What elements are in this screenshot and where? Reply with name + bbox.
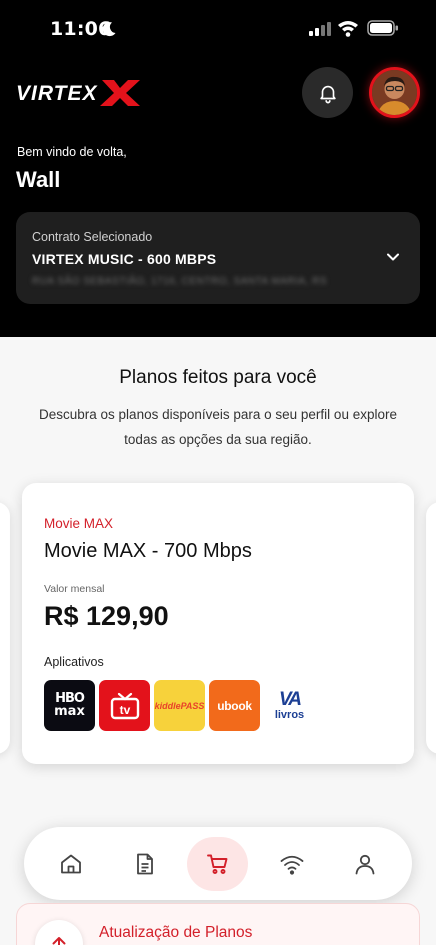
user-icon [355,854,375,875]
chevron-down-icon [387,253,399,261]
nav-documents[interactable] [118,837,172,891]
document-icon [137,853,153,875]
nav-cart[interactable] [187,837,248,891]
plan-title: Movie MAX - 700 Mbps [44,540,252,562]
previous-plan-card[interactable] [0,502,10,754]
nav-home[interactable] [44,837,98,891]
header-panel: 11:06 VIRTEX Bem vindo de volta, Wall Co… [0,0,436,337]
cellular-signal-icon [309,22,331,36]
contract-plan: VIRTEX MUSIC - 600 MBPS [32,251,217,267]
moon-icon [102,22,116,37]
bell-icon [319,85,336,103]
plan-card[interactable]: Movie MAX Movie MAX - 700 Mbps Valor men… [22,483,414,764]
next-plan-card[interactable] [426,502,436,754]
wifi-status-icon [338,21,358,37]
upload-icon [35,920,83,945]
bottom-navigation [24,827,412,900]
user-photo [372,70,417,115]
contract-selector[interactable]: Contrato Selecionado VIRTEX MUSIC - 600 … [16,212,420,304]
user-name: Wall [16,167,61,192]
nav-wifi[interactable] [265,837,319,891]
plan-price: R$ 129,90 [44,601,169,631]
welcome-text: Bem vindo de volta, [17,145,127,159]
battery-icon [367,20,398,36]
cart-icon [206,854,227,874]
va-livros-app-icon: VA livros [264,680,315,731]
plans-section-title: Planos feitos para você [119,367,317,388]
svg-text:tv: tv [119,703,130,717]
value-label: Valor mensal [44,583,105,595]
plan-tag: Movie MAX [44,516,114,531]
status-bar: 11:06 [0,0,436,60]
home-icon [61,854,81,874]
plan-update-card[interactable]: Atualização de Planos [16,903,420,945]
wifi-icon [280,855,304,875]
hbo-max-app-icon: HBO max [44,680,95,731]
virtex-logo: VIRTEX [16,80,140,106]
apps-list: HBO max tv kiddlePASS ubook VA livros [44,680,315,731]
contract-address: RUA SÃO SEBASTIÃO, 1716, CENTRO, SANTA M… [32,276,328,287]
logo-text: VIRTEX [16,82,98,105]
apps-label: Aplicativos [44,655,104,669]
tv-app-icon: tv [99,680,150,731]
plans-section-subtitle: Descubra os planos disponíveis para o se… [39,407,397,447]
notifications-button[interactable] [302,67,353,118]
avatar[interactable] [369,67,420,118]
kiddle-pass-app-icon: kiddlePASS [154,680,205,731]
plan-update-title: Atualização de Planos [99,924,253,941]
ubook-app-icon: ubook [209,680,260,731]
nav-profile[interactable] [338,837,392,891]
contract-label: Contrato Selecionado [32,230,153,244]
